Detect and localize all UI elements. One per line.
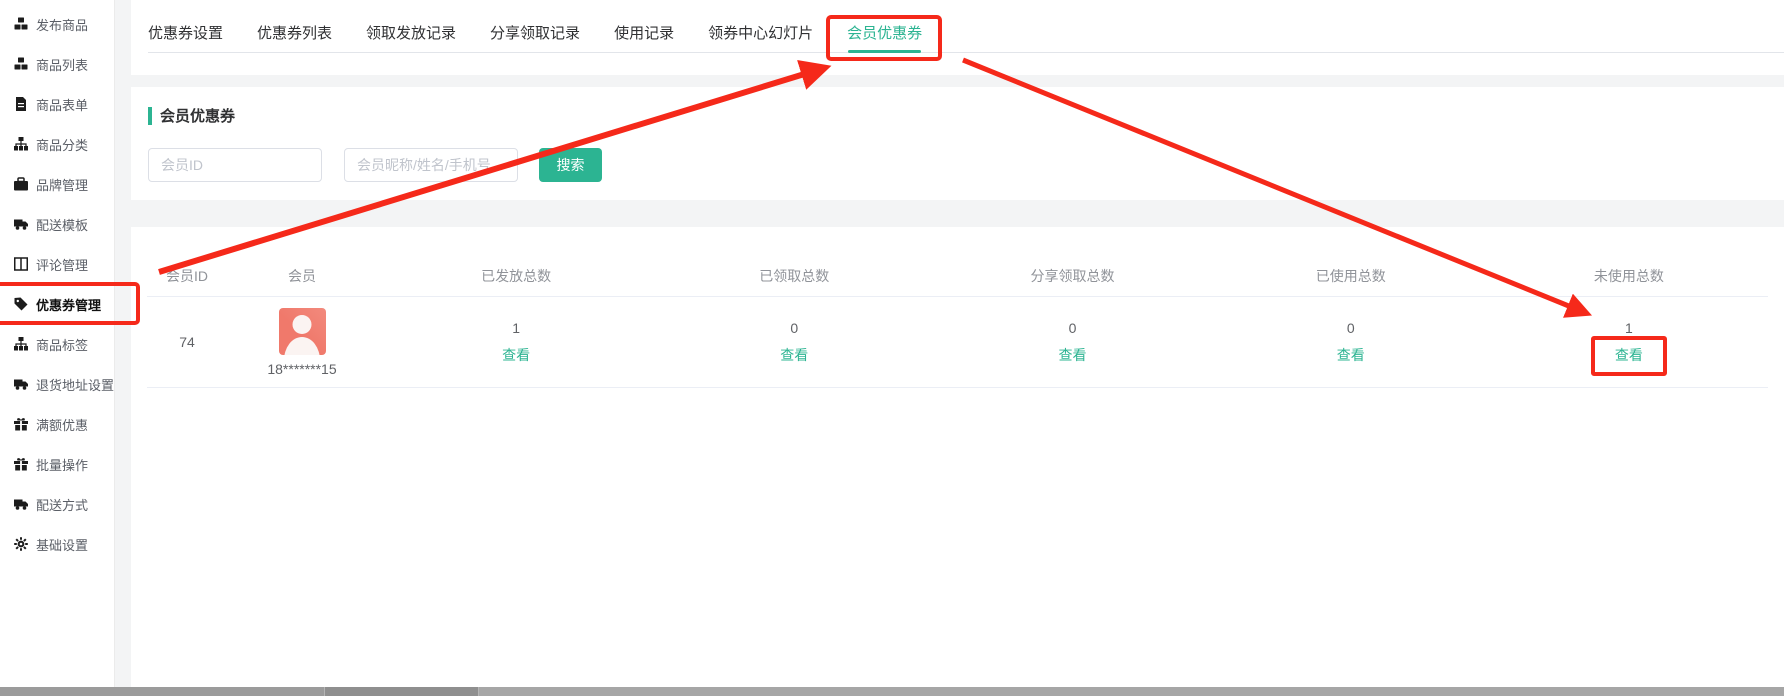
briefcase-icon bbox=[13, 177, 28, 192]
section-accent-bar bbox=[148, 107, 152, 125]
tab-coupon-list[interactable]: 优惠券列表 bbox=[257, 26, 332, 42]
truck-icon bbox=[13, 377, 28, 392]
section-title: 会员优惠券 bbox=[148, 105, 1784, 126]
truck-icon bbox=[13, 497, 28, 512]
member-avatar bbox=[279, 308, 326, 355]
member-coupon-table: 会员ID 会员 已发放总数 已领取总数 分享领取总数 已使用总数 未使用总数 7… bbox=[131, 227, 1784, 696]
sidebar-item-full-amount-discount[interactable]: 满额优惠 bbox=[0, 404, 114, 444]
cell-received-total: 0 查看 bbox=[655, 320, 933, 365]
sidebar-item-comment-management[interactable]: 评论管理 bbox=[0, 244, 114, 284]
header-member: 会员 bbox=[227, 266, 377, 286]
sidebar-item-label: 优惠券管理 bbox=[36, 295, 101, 314]
sidebar-item-product-tags[interactable]: 商品标签 bbox=[0, 324, 114, 364]
view-share-received-link[interactable]: 查看 bbox=[1059, 345, 1087, 365]
sidebar-item-shipping-template[interactable]: 配送模板 bbox=[0, 204, 114, 244]
header-received-total: 已领取总数 bbox=[655, 266, 933, 286]
cell-member-id: 74 bbox=[147, 334, 227, 350]
sidebar-item-label: 基础设置 bbox=[36, 535, 88, 554]
sitemap-icon bbox=[13, 337, 28, 352]
gift-icon bbox=[13, 457, 28, 472]
table-row: 74 18*******15 1 查看 0 查看 0 bbox=[147, 297, 1768, 388]
sidebar-item-label: 批量操作 bbox=[36, 455, 88, 474]
table-header-row: 会员ID 会员 已发放总数 已领取总数 分享领取总数 已使用总数 未使用总数 bbox=[147, 227, 1768, 297]
sidebar-item-label: 配送模板 bbox=[36, 215, 88, 234]
columns-icon bbox=[13, 257, 28, 272]
sitemap-icon bbox=[13, 137, 28, 152]
header-used-total: 已使用总数 bbox=[1212, 266, 1490, 286]
view-used-link[interactable]: 查看 bbox=[1337, 345, 1365, 365]
tab-coupon-settings[interactable]: 优惠券设置 bbox=[148, 26, 223, 42]
view-received-link[interactable]: 查看 bbox=[780, 345, 808, 365]
sidebar-item-brand-management[interactable]: 品牌管理 bbox=[0, 164, 114, 204]
sidebar-item-coupon-management[interactable]: 优惠券管理 bbox=[0, 284, 114, 324]
sidebar-item-label: 配送方式 bbox=[36, 495, 88, 514]
scrollbar-segment[interactable] bbox=[325, 687, 479, 696]
tab-bar: 优惠券设置 优惠券列表 领取发放记录 分享领取记录 使用记录 领券中心幻灯片 会… bbox=[131, 0, 1784, 75]
member-id-input[interactable] bbox=[148, 148, 322, 182]
tag-icon bbox=[13, 297, 28, 312]
sidebar-item-publish-product[interactable]: 发布商品 bbox=[0, 4, 114, 44]
sidebar-item-label: 商品列表 bbox=[36, 55, 88, 74]
header-unused-total: 未使用总数 bbox=[1490, 266, 1768, 286]
tab-member-coupons[interactable]: 会员优惠券 bbox=[847, 26, 922, 42]
sidebar-item-basic-settings[interactable]: 基础设置 bbox=[0, 524, 114, 564]
sidebar-item-label: 商品标签 bbox=[36, 335, 88, 354]
sidebar: 发布商品 商品列表 商品表单 商品分类 品牌管理 配送模板 评论管理 bbox=[0, 0, 115, 688]
tab-share-claim-records[interactable]: 分享领取记录 bbox=[490, 26, 580, 42]
main-content: 优惠券设置 优惠券列表 领取发放记录 分享领取记录 使用记录 领券中心幻灯片 会… bbox=[115, 0, 1784, 696]
member-nickname-input[interactable] bbox=[344, 148, 518, 182]
truck-icon bbox=[13, 217, 28, 232]
sidebar-item-shipping-method[interactable]: 配送方式 bbox=[0, 484, 114, 524]
scrollbar-segment[interactable] bbox=[0, 687, 325, 696]
cell-share-received-total: 0 查看 bbox=[933, 320, 1211, 365]
sidebar-item-label: 商品分类 bbox=[36, 135, 88, 154]
bottom-scrollbar[interactable] bbox=[0, 687, 1784, 696]
sidebar-item-label: 满额优惠 bbox=[36, 415, 88, 434]
header-issued-total: 已发放总数 bbox=[377, 266, 655, 286]
sidebar-item-return-address-settings[interactable]: 退货地址设置 bbox=[0, 364, 114, 404]
view-unused-link[interactable]: 查看 bbox=[1615, 345, 1643, 365]
view-issued-link[interactable]: 查看 bbox=[502, 345, 530, 365]
cell-member: 18*******15 bbox=[227, 308, 377, 377]
sidebar-item-label: 发布商品 bbox=[36, 15, 88, 34]
sidebar-item-batch-operations[interactable]: 批量操作 bbox=[0, 444, 114, 484]
sidebar-item-product-form[interactable]: 商品表单 bbox=[0, 84, 114, 124]
cubes-icon bbox=[13, 17, 28, 32]
gear-icon bbox=[13, 537, 28, 552]
avatar-head-shape bbox=[293, 315, 312, 334]
file-icon bbox=[13, 97, 28, 112]
coupon-admin-screen: 发布商品 商品列表 商品表单 商品分类 品牌管理 配送模板 评论管理 bbox=[0, 0, 1784, 696]
search-panel: 会员优惠券 搜索 bbox=[131, 87, 1784, 200]
sidebar-item-product-category[interactable]: 商品分类 bbox=[0, 124, 114, 164]
member-phone: 18*******15 bbox=[267, 361, 336, 377]
cell-issued-total: 1 查看 bbox=[377, 320, 655, 365]
active-tab-underline bbox=[848, 50, 921, 53]
avatar-body-shape bbox=[284, 337, 320, 355]
scrollbar-track[interactable] bbox=[479, 687, 1784, 696]
header-share-received-total: 分享领取总数 bbox=[933, 266, 1211, 286]
cell-used-total: 0 查看 bbox=[1212, 320, 1490, 365]
search-button[interactable]: 搜索 bbox=[539, 148, 602, 182]
tab-claim-issue-records[interactable]: 领取发放记录 bbox=[366, 26, 456, 42]
cubes-icon bbox=[13, 57, 28, 72]
sidebar-item-product-list[interactable]: 商品列表 bbox=[0, 44, 114, 84]
sidebar-item-label: 评论管理 bbox=[36, 255, 88, 274]
section-title-text: 会员优惠券 bbox=[160, 105, 235, 126]
sidebar-item-label: 商品表单 bbox=[36, 95, 88, 114]
sidebar-item-label: 退货地址设置 bbox=[36, 375, 114, 394]
cell-unused-total: 1 查看 bbox=[1490, 320, 1768, 365]
sidebar-item-label: 品牌管理 bbox=[36, 175, 88, 194]
tab-coupon-center-slides[interactable]: 领券中心幻灯片 bbox=[708, 26, 813, 42]
header-member-id: 会员ID bbox=[147, 266, 227, 286]
gift-icon bbox=[13, 417, 28, 432]
tab-usage-records[interactable]: 使用记录 bbox=[614, 26, 674, 42]
